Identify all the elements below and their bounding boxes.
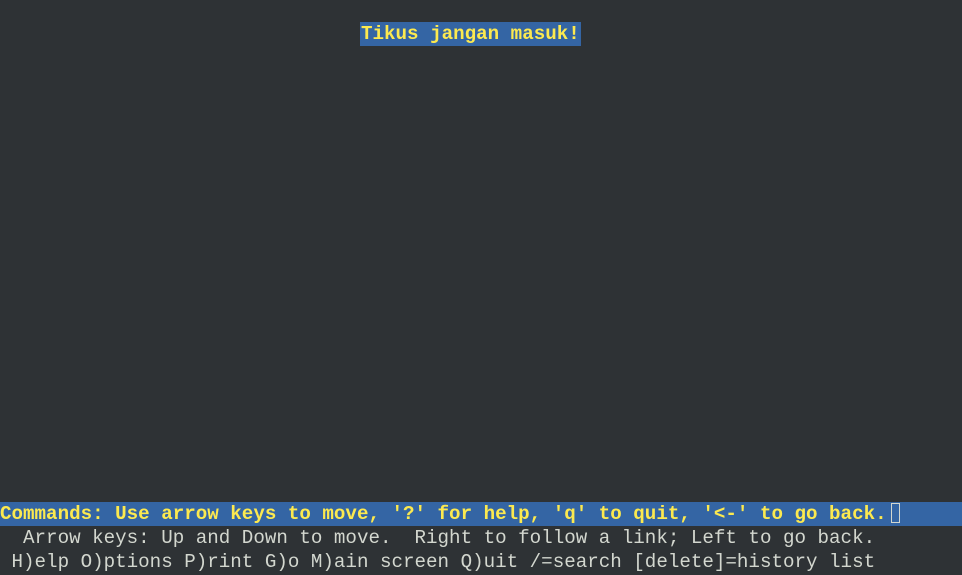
keyboard-shortcuts-line: H)elp O)ptions P)rint G)o M)ain screen Q…: [0, 551, 876, 573]
page-title[interactable]: Tikus jangan masuk!: [360, 22, 581, 46]
terminal-window: Tikus jangan masuk! Commands: Use arrow …: [0, 0, 962, 575]
commands-text: Commands: Use arrow keys to move, '?' fo…: [0, 503, 887, 525]
commands-status-bar: Commands: Use arrow keys to move, '?' fo…: [0, 502, 962, 526]
text-cursor: [890, 503, 900, 523]
navigation-help-line: Arrow keys: Up and Down to move. Right t…: [0, 527, 876, 549]
